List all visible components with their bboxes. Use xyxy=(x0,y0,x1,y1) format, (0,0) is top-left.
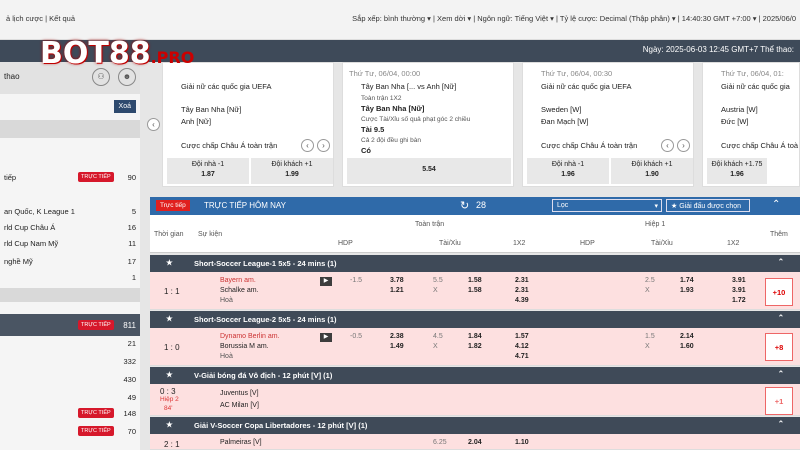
clear-button[interactable]: Xoá xyxy=(113,100,136,113)
star-icon[interactable]: ★ xyxy=(166,370,173,379)
league-header[interactable]: ★ Short-Soccer League-2 5x5 - 24 mins (1… xyxy=(150,311,800,328)
match-row: 1 : 1 Bayern am. Schalke am. Hoà ▶ -1.5 … xyxy=(150,272,800,310)
more-markets-button[interactable]: +10 xyxy=(765,278,793,306)
odds-button[interactable]: Đội khách +1.75 1.96 xyxy=(707,158,767,184)
live-tab[interactable]: Trực tiếp xyxy=(156,200,190,211)
odds-button[interactable]: Đội nhà -1 1.87 xyxy=(167,158,249,184)
sidebar-item[interactable]: 430 xyxy=(0,372,140,388)
refresh-icon[interactable]: ↻ xyxy=(460,199,469,212)
more-markets-button[interactable]: +1 xyxy=(765,387,793,415)
sidebar-item[interactable]: nghề Mỹ 17 xyxy=(0,254,140,270)
sidebar-item[interactable]: an Quốc, K League 15 xyxy=(0,204,140,220)
collapse-icon[interactable]: ⌃ xyxy=(772,199,780,210)
sidebar-divider xyxy=(0,120,140,138)
top-links[interactable]: ả lịch cược | Kết quả xyxy=(6,14,75,23)
chevron-left-icon[interactable]: ‹ xyxy=(661,139,674,152)
match-card[interactable]: Thứ Tư, 06/04, 00:30 Giải nữ các quốc gi… xyxy=(522,62,694,187)
star-icon[interactable]: ★ xyxy=(166,420,173,429)
star-icon[interactable]: ★ xyxy=(166,314,173,323)
live-header: Trực tiếp TRỰC TIẾP HÔM NAY ↻ 28 Lọc ▾ ★ … xyxy=(150,197,800,215)
sidebar-item[interactable]: 332 xyxy=(0,354,140,370)
sidebar-item[interactable]: 1 xyxy=(0,270,140,286)
sidebar-item[interactable]: TRỰC TIẾP 148 xyxy=(0,406,140,422)
filter-select[interactable]: Lọc ▾ xyxy=(552,199,662,212)
sidebar-live-row[interactable]: TRỰC TIẾP 811 xyxy=(0,314,140,336)
odds-button[interactable]: 5.54 xyxy=(347,158,511,184)
sidebar-item[interactable]: 21 xyxy=(0,336,140,352)
league-header[interactable]: ★ V-Giải bóng đá Vô địch - 12 phút [V] (… xyxy=(150,367,800,384)
match-row: 0 : 3 Hiệp 2 84' Juventus [V] AC Milan [… xyxy=(150,384,800,416)
site-logo: BOT88.PRO xyxy=(40,36,195,71)
play-icon[interactable]: ▶ xyxy=(320,277,332,286)
live-count: 28 xyxy=(476,200,487,210)
sidebar-item[interactable]: 49 xyxy=(0,390,140,406)
odds-button[interactable]: Đội khách +1 1.90 xyxy=(611,158,693,184)
match-row: 2 : 1 Palmeiras [V] 6.25 2.04 1.10 xyxy=(150,434,800,450)
chevron-right-icon[interactable]: › xyxy=(317,139,330,152)
more-markets-button[interactable]: +8 xyxy=(765,333,793,361)
odds-button[interactable]: Đội nhà -1 1.96 xyxy=(527,158,609,184)
chevron-left-icon[interactable]: ‹ xyxy=(147,118,160,131)
chevron-left-icon[interactable]: ‹ xyxy=(301,139,314,152)
match-card[interactable]: Thứ Tư, 06/04, 01: Giải nữ các quốc gia … xyxy=(702,62,800,187)
sidebar-item[interactable]: rld Cup Nam Mỹ 11 xyxy=(0,236,140,252)
sidebar-item[interactable]: TRỰC TIẾP 70 xyxy=(0,424,140,440)
sidebar-divider xyxy=(0,288,140,302)
match-card[interactable]: Thứ Tư, 06/04, 00:00 Tây Ban Nha [... vs… xyxy=(342,62,514,187)
star-icon[interactable]: ★ xyxy=(166,258,173,267)
settings-bar[interactable]: Sắp xếp: bình thường ▾ | Xem dời ▾ | Ngô… xyxy=(352,14,796,23)
current-time: Ngày: 2025-06-03 12:45 GMT+7 Thể thao: xyxy=(642,45,794,54)
league-header[interactable]: ★ Short-Soccer League-1 5x5 - 24 mins (1… xyxy=(150,255,800,272)
odds-button[interactable]: Đội khách +1 1.99 xyxy=(251,158,333,184)
chevron-up-icon[interactable]: ⌃ xyxy=(778,257,784,266)
chevron-up-icon[interactable]: ⌃ xyxy=(778,369,784,378)
play-icon[interactable]: ▶ xyxy=(320,333,332,342)
sidebar: thao ⚇ ☻ Xoá tiếp TRỰC TIẾP 90 an Quốc, K … xyxy=(0,62,140,450)
chevron-up-icon[interactable]: ⌃ xyxy=(778,419,784,428)
featured-carousel: ‹ Giải nữ các quốc gia UEFA Tây Ban Nha … xyxy=(146,62,800,190)
match-row: 1 : 0 Dynamo Berlin am. Borussia M am. H… xyxy=(150,328,800,366)
selected-leagues-button[interactable]: ★ Giải đấu được chọn xyxy=(666,199,750,212)
column-header: Thời gian Sự kiện Toàn trận Hiệp 1 HDP T… xyxy=(150,215,800,253)
league-header[interactable]: ★ Giải V-Soccer Copa Libertadores - 12 p… xyxy=(150,417,800,434)
sidebar-item[interactable]: rld Cup Châu Á 16 xyxy=(0,220,140,236)
sports-tab[interactable]: thao xyxy=(4,72,20,81)
match-card[interactable]: Giải nữ các quốc gia UEFA Tây Ban Nha [N… xyxy=(162,62,334,187)
trophy-icon: ★ xyxy=(671,203,678,210)
chevron-right-icon[interactable]: › xyxy=(677,139,690,152)
chevron-up-icon[interactable]: ⌃ xyxy=(778,313,784,322)
sidebar-item[interactable]: tiếp TRỰC TIẾP 90 xyxy=(0,170,140,186)
top-toolbar: ả lịch cược | Kết quả Sắp xếp: bình thườ… xyxy=(0,0,800,40)
